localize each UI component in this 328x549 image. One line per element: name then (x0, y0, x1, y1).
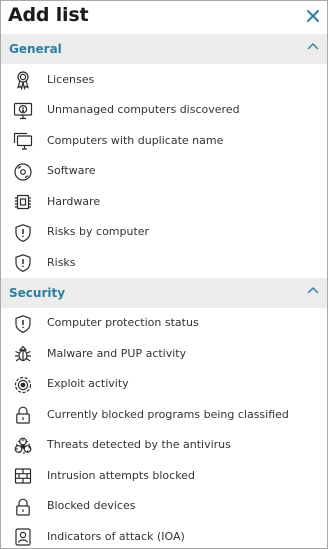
list-item-label: Risks by computer (47, 225, 150, 239)
list-item-risks-by-computer[interactable]: Risks by computer (1, 217, 327, 248)
list-item-duplicate-name[interactable]: Computers with duplicate name (1, 125, 327, 156)
list-item-risks[interactable]: Risks (1, 247, 327, 278)
list-item-blocked-programs[interactable]: Currently blocked programs being classif… (1, 399, 327, 430)
list-item-indicators-of-attack[interactable]: Indicators of attack (IOA) (1, 521, 327, 548)
section-header-general[interactable]: General (1, 34, 327, 64)
list-item-malware-pup[interactable]: Malware and PUP activity (1, 338, 327, 369)
duplicate-monitors-icon (13, 131, 33, 151)
list-item-label: Computer protection status (47, 316, 199, 330)
list-item-label: Risks (47, 255, 76, 269)
list-item-software[interactable]: Software (1, 156, 327, 187)
list-item-label: Hardware (47, 194, 101, 208)
panel-title: Add list (8, 4, 89, 26)
list-item-blocked-devices[interactable]: Blocked devices (1, 491, 327, 522)
firewall-icon (13, 466, 33, 486)
list-item-label: Malware and PUP activity (47, 346, 187, 360)
padlock-icon (13, 497, 33, 517)
award-ribbon-icon (13, 70, 33, 90)
biohazard-icon (13, 436, 33, 456)
list-item-intrusion-attempts[interactable]: Intrusion attempts blocked (1, 460, 327, 491)
list-item-label: Computers with duplicate name (47, 133, 224, 147)
section-title: General (9, 42, 62, 56)
list-item-label: Unmanaged computers discovered (47, 103, 240, 117)
chevron-up-icon[interactable] (307, 286, 319, 294)
shield-alert-icon (13, 253, 33, 273)
section-header-security[interactable]: Security (1, 277, 327, 308)
add-list-panel: Add list General Licenses Unmanaged comp… (0, 0, 328, 549)
chevron-up-icon[interactable] (307, 42, 319, 50)
list-item-label: Indicators of attack (IOA) (47, 529, 185, 543)
list-item-hardware[interactable]: Hardware (1, 186, 327, 217)
disc-icon (13, 162, 33, 182)
id-badge-icon (13, 527, 33, 547)
list-item-label: Blocked devices (47, 499, 136, 513)
list-item-licenses[interactable]: Licenses (1, 64, 327, 95)
panel-header: Add list (1, 1, 327, 34)
target-icon (13, 375, 33, 395)
list-item-threats-detected[interactable]: Threats detected by the antivirus (1, 430, 327, 461)
list-item-label: Currently blocked programs being classif… (47, 407, 289, 421)
list-item-exploit-activity[interactable]: Exploit activity (1, 369, 327, 400)
list-item-label: Exploit activity (47, 377, 129, 391)
list-item-label: Threats detected by the antivirus (47, 438, 231, 452)
padlock-icon (13, 405, 33, 425)
list-item-label: Software (47, 164, 96, 178)
shield-alert-icon (13, 314, 33, 334)
list-item-protection-status[interactable]: Computer protection status (1, 308, 327, 339)
list-item-unmanaged-computers[interactable]: Unmanaged computers discovered (1, 95, 327, 126)
shield-alert-icon (13, 223, 33, 243)
monitor-alert-icon (13, 101, 33, 121)
chip-icon (13, 192, 33, 212)
close-icon[interactable] (305, 8, 321, 24)
bug-icon (13, 344, 33, 364)
list-item-label: Licenses (47, 72, 95, 86)
section-title: Security (9, 285, 66, 300)
list-item-label: Intrusion attempts blocked (47, 468, 195, 482)
